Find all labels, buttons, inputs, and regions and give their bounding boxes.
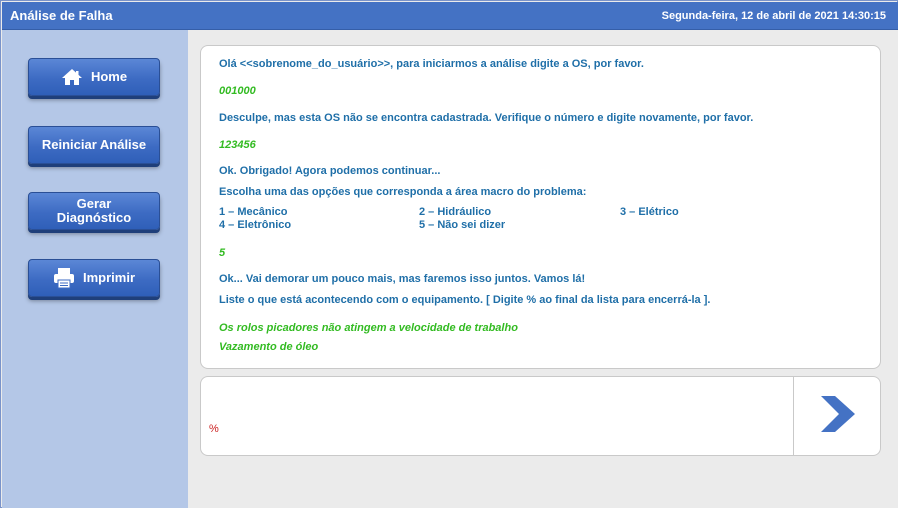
home-label: Home (90, 69, 128, 84)
chat-message-not-found: Desculpe, mas esta OS não se encontra ca… (219, 112, 754, 124)
send-button[interactable] (794, 377, 880, 455)
restart-analysis-label: Reiniciar Análise (41, 137, 147, 152)
option-hydraulic: 2 – Hidráulico (419, 206, 492, 218)
chat-message-slow: Ok... Vai demorar um pouco mais, mas far… (219, 273, 586, 285)
chat-message-thanks: Ok. Obrigado! Agora podemos continuar... (219, 165, 441, 177)
home-icon (61, 68, 83, 86)
option-electrical: 3 – Elétrico (620, 206, 679, 218)
chat-message-list-prompt: Liste o que está acontecendo com o equip… (219, 294, 711, 306)
message-input[interactable] (209, 385, 789, 449)
generate-diagnosis-button[interactable]: Gerar Diagnóstico (28, 192, 160, 230)
chat-panel: Olá <<sobrenome_do_usuário>>, para inici… (200, 45, 881, 369)
chat-user-reply-os-2: 123456 (219, 139, 256, 151)
sidebar: Home Reiniciar Análise Gerar Diagnóstico (2, 30, 188, 508)
option-unknown: 5 – Não sei dizer (419, 219, 506, 231)
print-button[interactable]: Imprimir (28, 259, 160, 297)
date-time: Segunda-feira, 12 de abril de 2021 14:30… (661, 9, 886, 22)
chat-message-greeting: Olá <<sobrenome_do_usuário>>, para inici… (219, 58, 644, 70)
home-button[interactable]: Home (28, 58, 160, 96)
generate-diagnosis-label-line1: Gerar (76, 196, 112, 211)
generate-diagnosis-label-line2: Diagnóstico (56, 210, 132, 225)
chat-user-reply-choice: 5 (219, 247, 226, 259)
input-panel (200, 376, 881, 456)
printer-icon (53, 267, 75, 289)
chat-message-choose: Escolha uma das opções que corresponda a… (219, 186, 587, 198)
option-electronic: 4 – Eletrônico (219, 219, 292, 231)
option-mechanical: 1 – Mecânico (219, 206, 288, 218)
send-arrow-icon (817, 394, 857, 439)
app-title: Análise de Falha (10, 8, 113, 23)
app-window: Análise de Falha Segunda-feira, 12 de ab… (0, 0, 898, 508)
title-bar: Análise de Falha Segunda-feira, 12 de ab… (2, 2, 898, 30)
generate-diagnosis-label: Gerar Diagnóstico (57, 197, 131, 225)
chat-user-item-2: Vazamento de óleo (219, 341, 319, 353)
main-content: Olá <<sobrenome_do_usuário>>, para inici… (188, 30, 898, 508)
print-label: Imprimir (82, 270, 135, 285)
chat-user-reply-os-1: 001000 (219, 85, 256, 97)
restart-analysis-button[interactable]: Reiniciar Análise (28, 126, 160, 164)
chat-user-item-1: Os rolos picadores não atingem a velocid… (219, 322, 518, 334)
